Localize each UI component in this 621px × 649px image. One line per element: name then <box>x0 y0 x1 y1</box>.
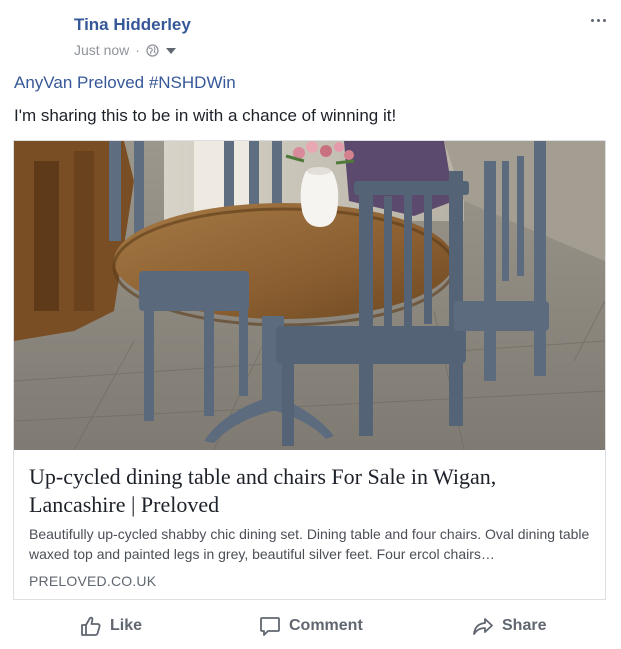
share-button[interactable]: Share <box>472 612 546 640</box>
author-name[interactable]: Tina Hidderley <box>74 15 191 35</box>
comment-bubble-icon <box>259 615 281 637</box>
post-header: Tina Hidderley Just now · <box>0 0 621 64</box>
post-text-message: I'm sharing this to be in with a chance … <box>14 106 397 125</box>
post-meta: Just now · <box>74 42 176 58</box>
share-arrow-icon <box>472 615 494 637</box>
timestamp[interactable]: Just now <box>74 42 129 58</box>
like-label: Like <box>110 617 143 634</box>
post-actions-bar: Like Comment Share <box>0 604 621 649</box>
comment-label: Comment <box>289 617 363 634</box>
post-text-hashtag-line[interactable]: AnyVan Preloved #NSHDWin <box>14 73 236 93</box>
share-label: Share <box>502 617 547 634</box>
comment-button[interactable]: Comment <box>259 612 363 640</box>
link-domain: PRELOVED.CO.UK <box>29 573 157 589</box>
link-preview-image[interactable] <box>14 141 605 450</box>
like-button[interactable]: Like <box>80 612 142 640</box>
globe-icon[interactable] <box>146 43 159 57</box>
meta-separator: · <box>135 42 140 58</box>
facebook-post: Tina Hidderley Just now · AnyVan Prelove… <box>0 0 621 649</box>
thumbs-up-icon <box>80 615 102 637</box>
link-description: Beautifully up-cycled shabby chic dining… <box>29 526 590 562</box>
privacy-dropdown-icon[interactable] <box>165 48 176 54</box>
more-options-icon[interactable] <box>587 12 609 28</box>
link-preview-card[interactable]: Up-cycled dining table and chairs For Sa… <box>13 140 606 600</box>
link-title[interactable]: Up-cycled dining table and chairs For Sa… <box>29 463 589 519</box>
